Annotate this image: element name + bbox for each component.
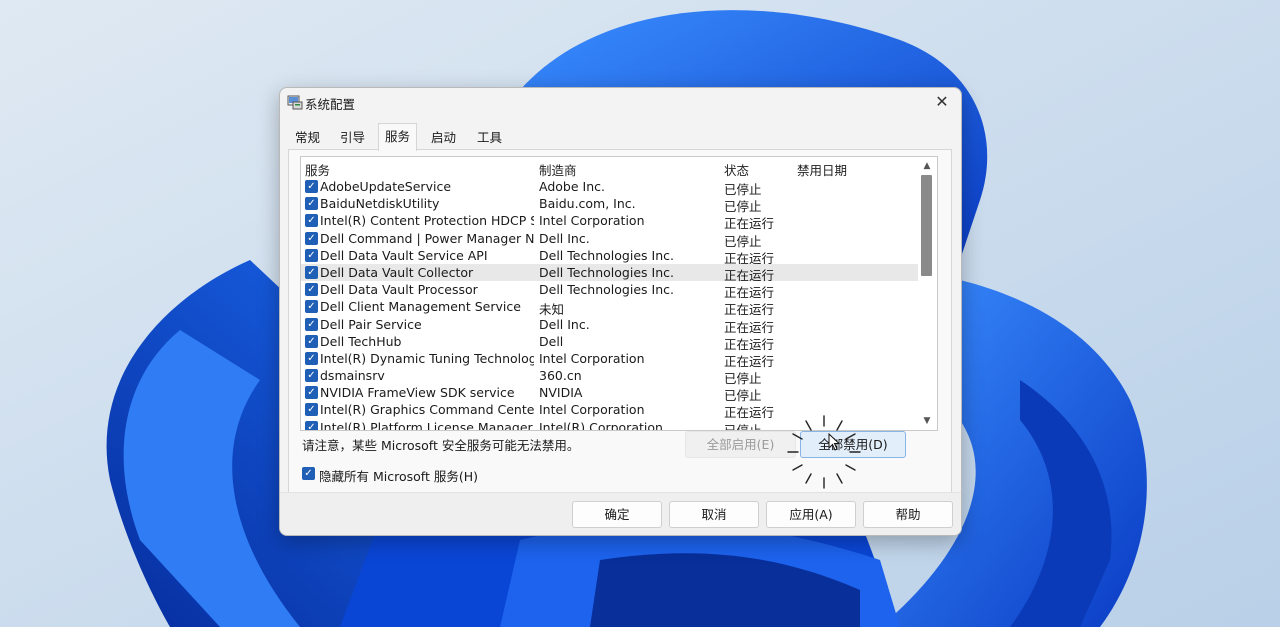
column-header-status[interactable]: 状态: [724, 160, 749, 179]
service-row[interactable]: ✓ Dell Data Vault Processor Dell Technolog…: [301, 281, 918, 300]
service-manufacturer: NVIDIA: [539, 385, 583, 401]
scrollbar-thumb[interactable]: [921, 175, 932, 276]
service-row[interactable]: ✓Intel(R) Content Protection HDCP Se... I…: [301, 212, 918, 231]
service-checkbox[interactable]: ✓: [305, 231, 318, 245]
service-name: Intel(R) Platform License Manager S...: [320, 419, 534, 431]
service-name: Dell Data Vault Collector: [320, 264, 474, 280]
service-name: Intel(R) Content Protection HDCP Se...: [320, 213, 534, 229]
ok-button[interactable]: 确定: [572, 501, 662, 528]
tab-tools[interactable]: 工具: [471, 128, 508, 150]
service-checkbox[interactable]: ✓: [305, 403, 318, 417]
service-row[interactable]: ✓ Dell Client Management Service 未知 正在运行: [301, 298, 918, 317]
service-checkbox[interactable]: ✓: [305, 420, 318, 430]
service-checkbox[interactable]: ✓: [305, 265, 318, 279]
service-name: NVIDIA FrameView SDK service: [320, 385, 515, 401]
service-manufacturer: 360.cn: [539, 368, 582, 384]
tab-startup[interactable]: 启动: [425, 128, 462, 150]
service-manufacturer: Dell Inc.: [539, 316, 590, 332]
service-name: BaiduNetdiskUtility: [320, 196, 440, 212]
service-row[interactable]: ✓ dsmainsrv 360.cn 已停止: [301, 367, 918, 386]
service-manufacturer: Dell Technologies Inc.: [539, 264, 674, 280]
tab-services[interactable]: 服务: [378, 123, 418, 151]
service-checkbox[interactable]: ✓: [305, 197, 318, 211]
service-checkbox[interactable]: ✓: [305, 214, 318, 228]
service-rows: ✓ AdobeUpdateService Adobe Inc. 已停止 ✓ BaiduNe…: [301, 178, 918, 431]
service-row[interactable]: ✓ AdobeUpdateService Adobe Inc. 已停止: [301, 178, 918, 197]
service-checkbox[interactable]: ✓: [305, 317, 318, 331]
column-header-service[interactable]: 服务: [305, 160, 330, 179]
list-header: 服务 制造商 状态 禁用日期: [301, 157, 918, 178]
window-title: 系统配置: [305, 97, 356, 112]
service-manufacturer: Intel Corporation: [539, 350, 645, 366]
msconfig-app-icon: [287, 95, 303, 110]
scroll-up-icon[interactable]: ▲: [921, 161, 933, 171]
cancel-button[interactable]: 取消: [669, 501, 759, 528]
column-header-manufacturer[interactable]: 制造商: [539, 160, 577, 179]
apply-button[interactable]: 应用(A): [766, 501, 856, 528]
service-manufacturer: Baidu.com, Inc.: [539, 196, 636, 212]
service-row[interactable]: ✓ NVIDIA FrameView SDK service NVIDIA 已停止: [301, 384, 918, 403]
service-row[interactable]: ✓ Dell Data Vault Collector Dell Technolog…: [301, 263, 918, 283]
service-checkbox[interactable]: ✓: [305, 180, 318, 193]
services-list: 服务 制造商 状态 禁用日期 ✓ AdobeUpdateService Adobe …: [300, 156, 938, 431]
service-manufacturer: Intel Corporation: [539, 402, 645, 418]
service-name: Dell Pair Service: [320, 316, 422, 332]
service-name: Dell Client Management Service: [320, 299, 521, 315]
service-row[interactable]: ✓ BaiduNetdiskUtility Baidu.com, Inc. 已停止: [301, 195, 918, 214]
service-manufacturer: Dell Technologies Inc.: [539, 247, 674, 263]
service-name: Intel(R) Dynamic Tuning Technology...: [320, 350, 534, 366]
service-row[interactable]: ✓ Dell Command | Power Manager No... Dell …: [301, 230, 918, 249]
service-name: Dell TechHub: [320, 333, 402, 349]
close-button[interactable]: ✕: [929, 90, 955, 114]
service-row[interactable]: ✓ Dell Data Vault Service API Dell Technol…: [301, 247, 918, 266]
scroll-down-icon[interactable]: ▼: [921, 416, 933, 426]
close-icon: ✕: [935, 92, 949, 111]
tab-general[interactable]: 常规: [289, 128, 326, 150]
service-manufacturer: Intel Corporation: [539, 213, 645, 229]
service-name: Dell Data Vault Service API: [320, 247, 488, 263]
service-checkbox[interactable]: ✓: [305, 248, 318, 262]
hide-microsoft-services-label: 隐藏所有 Microsoft 服务(H): [319, 469, 478, 484]
service-checkbox[interactable]: ✓: [305, 369, 318, 383]
tab-boot[interactable]: 引导: [334, 128, 371, 150]
help-button[interactable]: 帮助: [863, 501, 953, 528]
service-name: AdobeUpdateService: [320, 179, 452, 194]
mouse-cursor-icon: [828, 433, 840, 451]
service-checkbox[interactable]: ✓: [305, 334, 318, 348]
enable-all-button[interactable]: 全部启用(E): [685, 431, 796, 458]
service-row[interactable]: ✓ Intel(R) Dynamic Tuning Technology... In…: [301, 350, 918, 369]
service-row[interactable]: ✓ Dell TechHub Dell 正在运行: [301, 333, 918, 352]
click-highlight-effect: [787, 415, 861, 489]
service-checkbox[interactable]: ✓: [305, 300, 318, 314]
service-name: Dell Data Vault Processor: [320, 282, 478, 298]
column-header-date-disabled[interactable]: 禁用日期: [797, 160, 847, 179]
service-checkbox[interactable]: ✓: [305, 283, 318, 297]
service-name: Dell Command | Power Manager No...: [320, 230, 534, 246]
title-bar: 系统配置 ✕: [280, 88, 961, 116]
hide-microsoft-services-checkbox[interactable]: ✓: [302, 467, 315, 480]
service-name: Intel(R) Graphics Command Center ...: [320, 402, 534, 418]
service-manufacturer: Dell: [539, 333, 564, 349]
microsoft-services-note: 请注意，某些 Microsoft 安全服务可能无法禁用。: [302, 438, 580, 453]
service-manufacturer: Dell Technologies Inc.: [539, 282, 674, 298]
service-checkbox[interactable]: ✓: [305, 351, 318, 365]
service-manufacturer: Dell Inc.: [539, 230, 590, 246]
service-row[interactable]: ✓ Dell Pair Service Dell Inc. 正在运行: [301, 316, 918, 335]
service-name: dsmainsrv: [320, 368, 385, 384]
vertical-scrollbar[interactable]: ▲ ▼: [918, 157, 936, 430]
service-manufacturer: Intel(R) Corporation: [539, 419, 663, 431]
service-manufacturer: Adobe Inc.: [539, 179, 605, 194]
service-checkbox[interactable]: ✓: [305, 386, 318, 400]
